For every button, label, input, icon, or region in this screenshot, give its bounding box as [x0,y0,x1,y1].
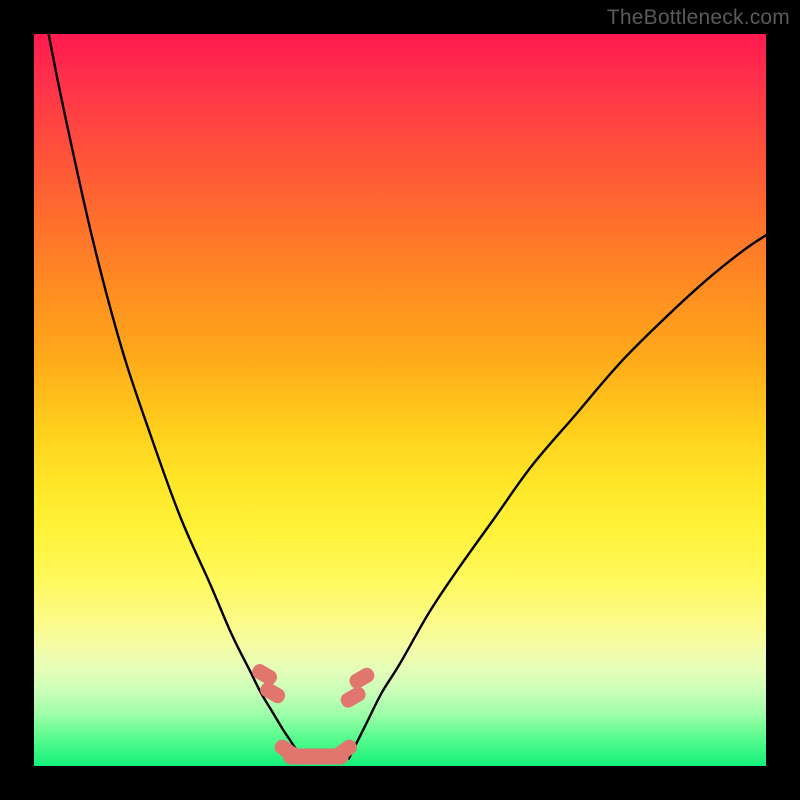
series-curve-left [49,34,304,759]
chart-curves [49,34,766,759]
chart-markers [250,662,377,765]
marker-lozenge [338,684,368,710]
marker-lozenge [347,665,377,691]
series-curve-right [349,235,766,758]
watermark-text: TheBottleneck.com [607,6,790,30]
chart-canvas [34,34,766,766]
chart-frame: TheBottleneck.com [0,0,800,800]
